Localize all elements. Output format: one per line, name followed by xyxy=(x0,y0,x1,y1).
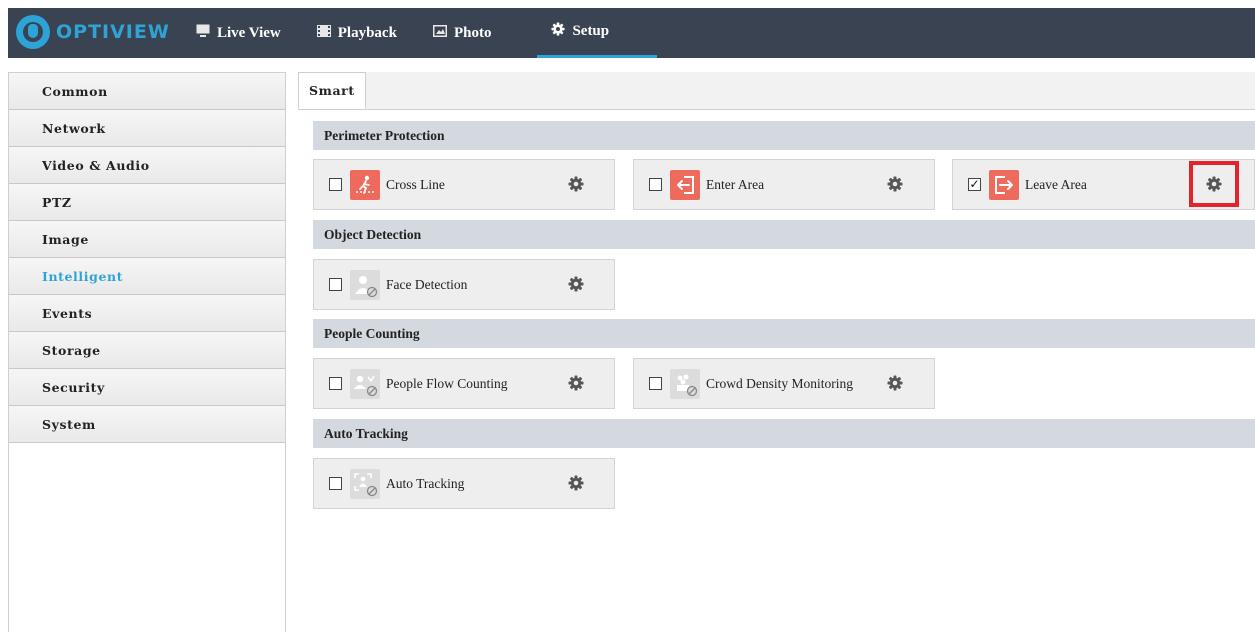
highlight-box xyxy=(1189,161,1239,207)
cross-line-checkbox[interactable] xyxy=(329,178,342,191)
sidebar-item-events[interactable]: Events xyxy=(9,295,285,332)
enter-area-checkbox[interactable] xyxy=(649,178,662,191)
sidebar-item-video-audio[interactable]: Video & Audio xyxy=(9,147,285,184)
enter-area-icon xyxy=(670,170,700,200)
people-flow-counting-checkbox[interactable] xyxy=(329,377,342,390)
tab-smart[interactable]: Smart xyxy=(298,72,366,109)
nav-photo-label: Photo xyxy=(453,24,492,41)
brand-logo-icon xyxy=(16,15,50,49)
main-content: Smart Perimeter Protection Cross Line En… xyxy=(298,72,1255,632)
auto-tracking-icon xyxy=(350,469,380,499)
sidebar-item-ptz[interactable]: PTZ xyxy=(9,184,285,221)
top-bar: OPTIVIEW Live View Playback Photo Setup xyxy=(8,8,1255,58)
face-detection-settings-gear-icon[interactable] xyxy=(568,276,584,292)
nav-live-view-label: Live View xyxy=(217,24,281,41)
leave-area-icon xyxy=(989,170,1019,200)
feature-card-cross-line: Cross Line xyxy=(313,159,615,210)
sidebar-item-network[interactable]: Network xyxy=(9,110,285,147)
auto-tracking-label: Auto Tracking xyxy=(386,476,465,491)
face-detection-checkbox[interactable] xyxy=(329,278,342,291)
film-icon xyxy=(316,24,331,42)
auto-tracking-settings-gear-icon[interactable] xyxy=(568,475,584,491)
people-flow-icon xyxy=(350,369,380,399)
nav-setup[interactable]: Setup xyxy=(537,8,658,58)
sidebar-item-intelligent[interactable]: Intelligent xyxy=(9,258,285,295)
crowd-density-monitoring-checkbox[interactable] xyxy=(649,377,662,390)
people-flow-counting-label: People Flow Counting xyxy=(386,376,508,391)
cross-line-settings-gear-icon[interactable] xyxy=(568,176,584,192)
sidebar-item-security[interactable]: Security xyxy=(9,369,285,406)
people-flow-counting-settings-gear-icon[interactable] xyxy=(568,375,584,391)
feature-card-auto-tracking: Auto Tracking xyxy=(313,458,615,509)
crowd-density-monitoring-label: Crowd Density Monitoring xyxy=(706,376,853,391)
face-detection-label: Face Detection xyxy=(386,277,468,292)
leave-area-label: Leave Area xyxy=(1025,177,1087,192)
feature-card-people-flow-counting: People Flow Counting xyxy=(313,358,615,409)
feature-card-face-detection: Face Detection xyxy=(313,259,615,310)
sidebar: Common Network Video & Audio PTZ Image I… xyxy=(8,72,286,632)
leave-area-checkbox[interactable]: ✓ xyxy=(968,178,981,191)
enter-area-label: Enter Area xyxy=(706,177,765,192)
tab-bar: Smart xyxy=(298,72,1255,110)
sidebar-item-storage[interactable]: Storage xyxy=(9,332,285,369)
section-header-perimeter-protection: Perimeter Protection xyxy=(313,121,1255,150)
section-header-object-detection: Object Detection xyxy=(313,220,1255,249)
cross-line-icon xyxy=(350,170,380,200)
picture-icon xyxy=(432,24,447,42)
crowd-density-icon xyxy=(670,369,700,399)
face-detection-icon xyxy=(350,270,380,300)
auto-tracking-checkbox[interactable] xyxy=(329,477,342,490)
section-header-people-counting: People Counting xyxy=(313,319,1255,348)
nav-playback-label: Playback xyxy=(337,24,397,41)
cross-line-label: Cross Line xyxy=(386,177,445,192)
sidebar-item-system[interactable]: System xyxy=(9,406,285,443)
brand-logo: OPTIVIEW xyxy=(16,10,170,54)
sidebar-item-image[interactable]: Image xyxy=(9,221,285,258)
main-nav: Live View Playback Photo Setup xyxy=(196,8,679,58)
feature-card-enter-area: Enter Area xyxy=(633,159,935,210)
sidebar-item-common[interactable]: Common xyxy=(9,73,285,110)
nav-setup-label: Setup xyxy=(572,23,610,39)
feature-card-crowd-density-monitoring: Crowd Density Monitoring xyxy=(633,358,935,409)
crowd-density-monitoring-settings-gear-icon[interactable] xyxy=(887,375,903,391)
monitor-icon xyxy=(196,24,210,42)
nav-playback[interactable]: Playback xyxy=(316,8,411,58)
brand-name: OPTIVIEW xyxy=(56,21,170,43)
nav-photo[interactable]: Photo xyxy=(432,8,506,58)
enter-area-settings-gear-icon[interactable] xyxy=(887,176,903,192)
gear-icon xyxy=(551,22,565,41)
nav-live-view[interactable]: Live View xyxy=(196,8,295,58)
section-header-auto-tracking: Auto Tracking xyxy=(313,419,1255,448)
